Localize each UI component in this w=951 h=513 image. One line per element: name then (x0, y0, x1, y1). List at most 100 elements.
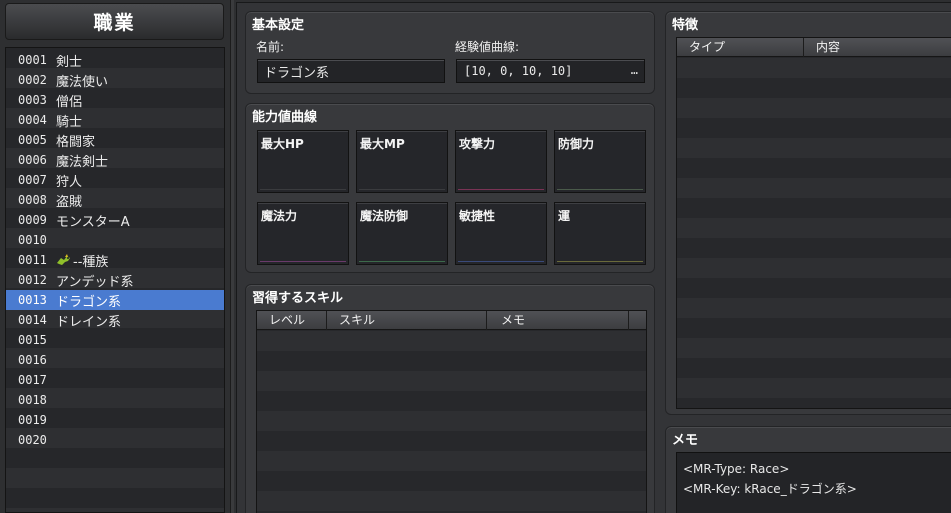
dragon-icon (56, 254, 72, 266)
param-curve-label: 防御力 (558, 137, 595, 151)
param-curve-graph (260, 261, 346, 262)
param-curve-graph (458, 189, 544, 190)
class-list-item-id: 0012 (18, 273, 47, 287)
class-list-item[interactable]: 0002 魔法使い (6, 70, 224, 90)
class-list-item-id: 0016 (18, 353, 47, 367)
class-list-item-id: 0002 (18, 73, 47, 87)
class-list-item-name: 盗賊 (56, 194, 83, 210)
class-list-item[interactable]: 0018 (6, 390, 224, 410)
param-curve-box[interactable]: 敏捷性 (455, 202, 547, 265)
exp-curve-value: [10, 0, 10, 10] (464, 64, 573, 78)
param-curve-label: 魔法防御 (360, 209, 409, 223)
traits-table-header: タイプ 内容 (677, 38, 951, 57)
class-list-item[interactable]: 0001 剣士 (6, 50, 224, 70)
class-list-item-id: 0007 (18, 173, 47, 187)
learnings-col-skill[interactable]: スキル (327, 311, 487, 330)
learnings-table[interactable]: レベル スキル メモ (256, 310, 647, 513)
class-list-item-name: ドレイン系 (56, 314, 122, 330)
traits-title: 特徴 (672, 18, 699, 33)
param-curve-graph (458, 261, 544, 262)
class-list-item-name: 格闘家 (56, 134, 96, 150)
class-list-item-name: --種族 (73, 254, 109, 270)
learnings-title: 習得するスキル (252, 291, 344, 306)
param-curve-graph (557, 189, 643, 190)
class-list-item-id: 0018 (18, 393, 47, 407)
memo-group: メモ <MR-Type: Race> <MR-Key: kRace_ドラゴン系> (665, 426, 951, 513)
param-curve-box[interactable]: 防御力 (554, 130, 646, 193)
class-list-item[interactable]: 0019 (6, 410, 224, 430)
class-list-item[interactable]: 0006 魔法剣士 (6, 150, 224, 170)
class-list-item-name: 僧侶 (56, 94, 83, 110)
class-list-item[interactable]: 0014 ドレイン系 (6, 310, 224, 330)
pane-splitter[interactable] (230, 0, 234, 513)
class-list-item-id: 0008 (18, 193, 47, 207)
class-list-item-id: 0013 (18, 293, 47, 307)
param-curve-graph (359, 189, 445, 190)
class-list-item[interactable]: 0007 狩人 (6, 170, 224, 190)
param-curve-box[interactable]: 魔法力 (257, 202, 349, 265)
learnings-col-memo[interactable]: メモ (487, 311, 629, 330)
learnings-col-spacer (629, 311, 646, 330)
basic-settings-group: 基本設定 名前: 経験値曲線: [10, 0, 10, 10] … (245, 11, 655, 94)
class-list-item-id: 0009 (18, 213, 47, 227)
traits-table[interactable]: タイプ 内容 (676, 37, 951, 409)
memo-textarea[interactable]: <MR-Type: Race> <MR-Key: kRace_ドラゴン系> (676, 452, 951, 513)
param-curve-graph (359, 261, 445, 262)
param-curve-label: 敏捷性 (459, 209, 496, 223)
param-curve-label: 魔法力 (261, 209, 298, 223)
exp-curve-field[interactable]: [10, 0, 10, 10] … (456, 59, 645, 83)
class-list-item[interactable]: 0003 僧侶 (6, 90, 224, 110)
param-curve-box[interactable]: 運 (554, 202, 646, 265)
param-curve-box[interactable]: 最大HP (257, 130, 349, 193)
class-list-item-id: 0003 (18, 93, 47, 107)
class-list-item-name: モンスターA (56, 214, 130, 230)
class-list-item-id: 0020 (18, 433, 47, 447)
learnings-table-header: レベル スキル メモ (257, 311, 646, 330)
class-list-item-id: 0004 (18, 113, 47, 127)
param-curve-box[interactable]: 魔法防御 (356, 202, 448, 265)
param-curve-box[interactable]: 最大MP (356, 130, 448, 193)
class-list-title: 職業 (5, 3, 224, 40)
learnings-group: 習得するスキル レベル スキル メモ (245, 284, 655, 513)
class-list[interactable]: 0001 剣士 0002 魔法使い 0003 僧侶 0004 騎士 0005 格闘家 0006 魔法剣… (5, 47, 225, 513)
class-list-item[interactable]: 0004 騎士 (6, 110, 224, 130)
class-list-item[interactable]: 0016 (6, 350, 224, 370)
basic-settings-title: 基本設定 (252, 18, 305, 33)
class-list-item-id: 0005 (18, 133, 47, 147)
name-input[interactable] (257, 59, 445, 83)
param-curve-label: 攻撃力 (459, 137, 496, 151)
class-list-item[interactable]: 0011 --種族 (6, 250, 224, 270)
class-list-item[interactable]: 0013 ドラゴン系 (6, 290, 224, 310)
memo-line: <MR-Type: Race> (683, 462, 790, 476)
class-list-item[interactable]: 0010 (6, 230, 224, 250)
name-label: 名前: (256, 40, 285, 54)
traits-group: 特徴 タイプ 内容 (665, 11, 951, 415)
class-list-item-name: 剣士 (56, 54, 83, 70)
class-list-item[interactable]: 0020 (6, 430, 224, 450)
class-list-item[interactable]: 0017 (6, 370, 224, 390)
traits-col-type[interactable]: タイプ (677, 38, 804, 57)
class-list-item-id: 0015 (18, 333, 47, 347)
memo-line: <MR-Key: kRace_ドラゴン系> (683, 482, 857, 496)
param-curve-label: 最大MP (360, 137, 405, 151)
param-curve-label: 最大HP (261, 137, 304, 151)
class-list-item-name: 魔法剣士 (56, 154, 109, 170)
class-list-item[interactable]: 0009 モンスターA (6, 210, 224, 230)
class-list-item[interactable]: 0012 アンデッド系 (6, 270, 224, 290)
parameter-curves-group: 能力値曲線 最大HP 最大MP 攻撃力 防御力 魔法力 魔法防御 敏捷性 運 (245, 103, 655, 273)
class-list-item-name: ドラゴン系 (56, 294, 122, 310)
param-curve-graph (557, 261, 643, 262)
param-curve-box[interactable]: 攻撃力 (455, 130, 547, 193)
class-list-item-name: アンデッド系 (56, 274, 134, 290)
exp-curve-edit-button[interactable]: … (631, 63, 638, 77)
param-curve-graph (260, 189, 346, 190)
class-list-item-name: 騎士 (56, 114, 83, 130)
class-list-item-id: 0017 (18, 373, 47, 387)
class-list-title-text: 職業 (93, 12, 136, 34)
class-list-item[interactable]: 0005 格闘家 (6, 130, 224, 150)
learnings-col-level[interactable]: レベル (257, 311, 327, 330)
class-list-item-name: 魔法使い (56, 74, 109, 90)
traits-col-content[interactable]: 内容 (804, 38, 951, 57)
class-list-item[interactable]: 0008 盗賊 (6, 190, 224, 210)
class-list-item[interactable]: 0015 (6, 330, 224, 350)
